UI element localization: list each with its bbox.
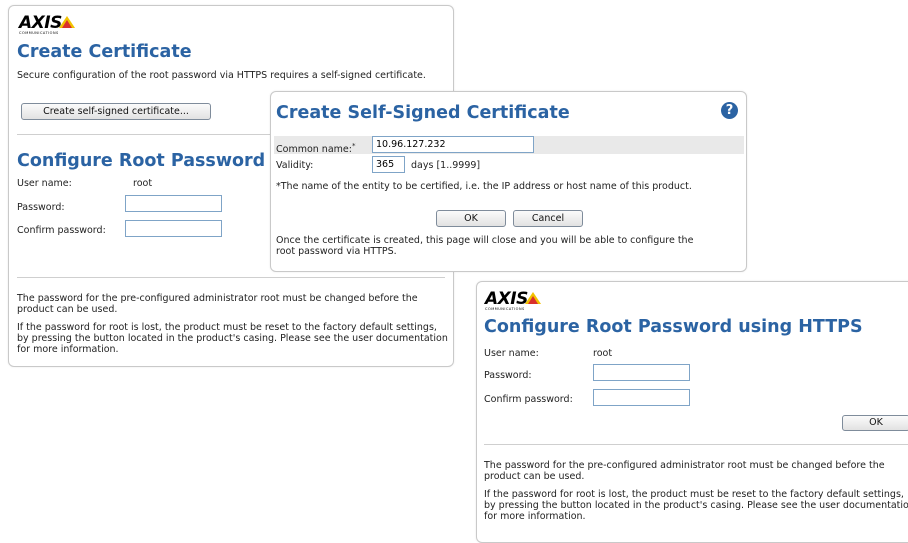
divider (484, 444, 908, 445)
password-change-note: The password for the pre-configured admi… (484, 460, 885, 482)
password-reset-note: If the password for root is lost, the pr… (484, 489, 908, 522)
password-label: Password: (17, 202, 65, 213)
https-panel-title: Configure Root Password using HTTPS (484, 317, 863, 337)
logo-subtext: COMMUNICATIONS (19, 31, 59, 35)
ok-button[interactable]: OK (436, 210, 506, 227)
password-reset-note: If the password for root is lost, the pr… (17, 322, 448, 355)
logo-triangle-icon (59, 16, 75, 28)
validity-hint: days [1..9999] (411, 160, 481, 171)
validity-label: Validity: (276, 160, 314, 171)
configure-root-password-title: Configure Root Password (17, 151, 266, 171)
axis-logo: AXIS COMMUNICATIONS (19, 13, 75, 36)
confirm-password-label: Confirm password: (17, 225, 106, 236)
ok-button[interactable]: OK (842, 415, 908, 431)
confirm-password-input[interactable] (593, 389, 690, 406)
username-label: User name: (484, 348, 539, 359)
help-icon[interactable]: ? (721, 102, 738, 119)
common-name-input[interactable] (372, 136, 534, 153)
dialog-title: Create Self-Signed Certificate (276, 103, 570, 123)
logo-subtext: COMMUNICATIONS (485, 307, 525, 311)
confirm-password-input[interactable] (125, 220, 222, 237)
password-change-note: The password for the pre-configured admi… (17, 293, 418, 315)
logo-text: AXIS (485, 289, 528, 309)
certificate-info: Once the certificate is created, this pa… (276, 235, 694, 257)
password-input[interactable] (593, 364, 690, 381)
divider (17, 277, 445, 278)
logo-text: AXIS (19, 13, 62, 33)
create-self-signed-certificate-dialog: Create Self-Signed Certificate ? Common … (270, 91, 747, 272)
cancel-button[interactable]: Cancel (513, 210, 583, 227)
required-marker: * (351, 142, 356, 150)
validity-input[interactable] (372, 156, 405, 173)
axis-logo: AXIS COMMUNICATIONS (485, 289, 541, 312)
create-certificate-description: Secure configuration of the root passwor… (17, 70, 426, 81)
logo-triangle-icon (525, 292, 541, 304)
common-name-label: Common name:* (276, 141, 355, 155)
confirm-password-label: Confirm password: (484, 394, 573, 405)
create-certificate-title: Create Certificate (17, 42, 192, 62)
username-value: root (133, 178, 153, 189)
common-name-footnote: *The name of the entity to be certified,… (276, 181, 692, 192)
password-input[interactable] (125, 195, 222, 212)
username-value: root (593, 348, 613, 359)
https-root-password-panel: AXIS COMMUNICATIONS Configure Root Passw… (476, 281, 908, 543)
password-label: Password: (484, 370, 532, 381)
username-label: User name: (17, 178, 72, 189)
create-self-signed-certificate-button[interactable]: Create self-signed certificate... (21, 103, 211, 120)
common-name-label-text: Common name: (276, 144, 352, 156)
